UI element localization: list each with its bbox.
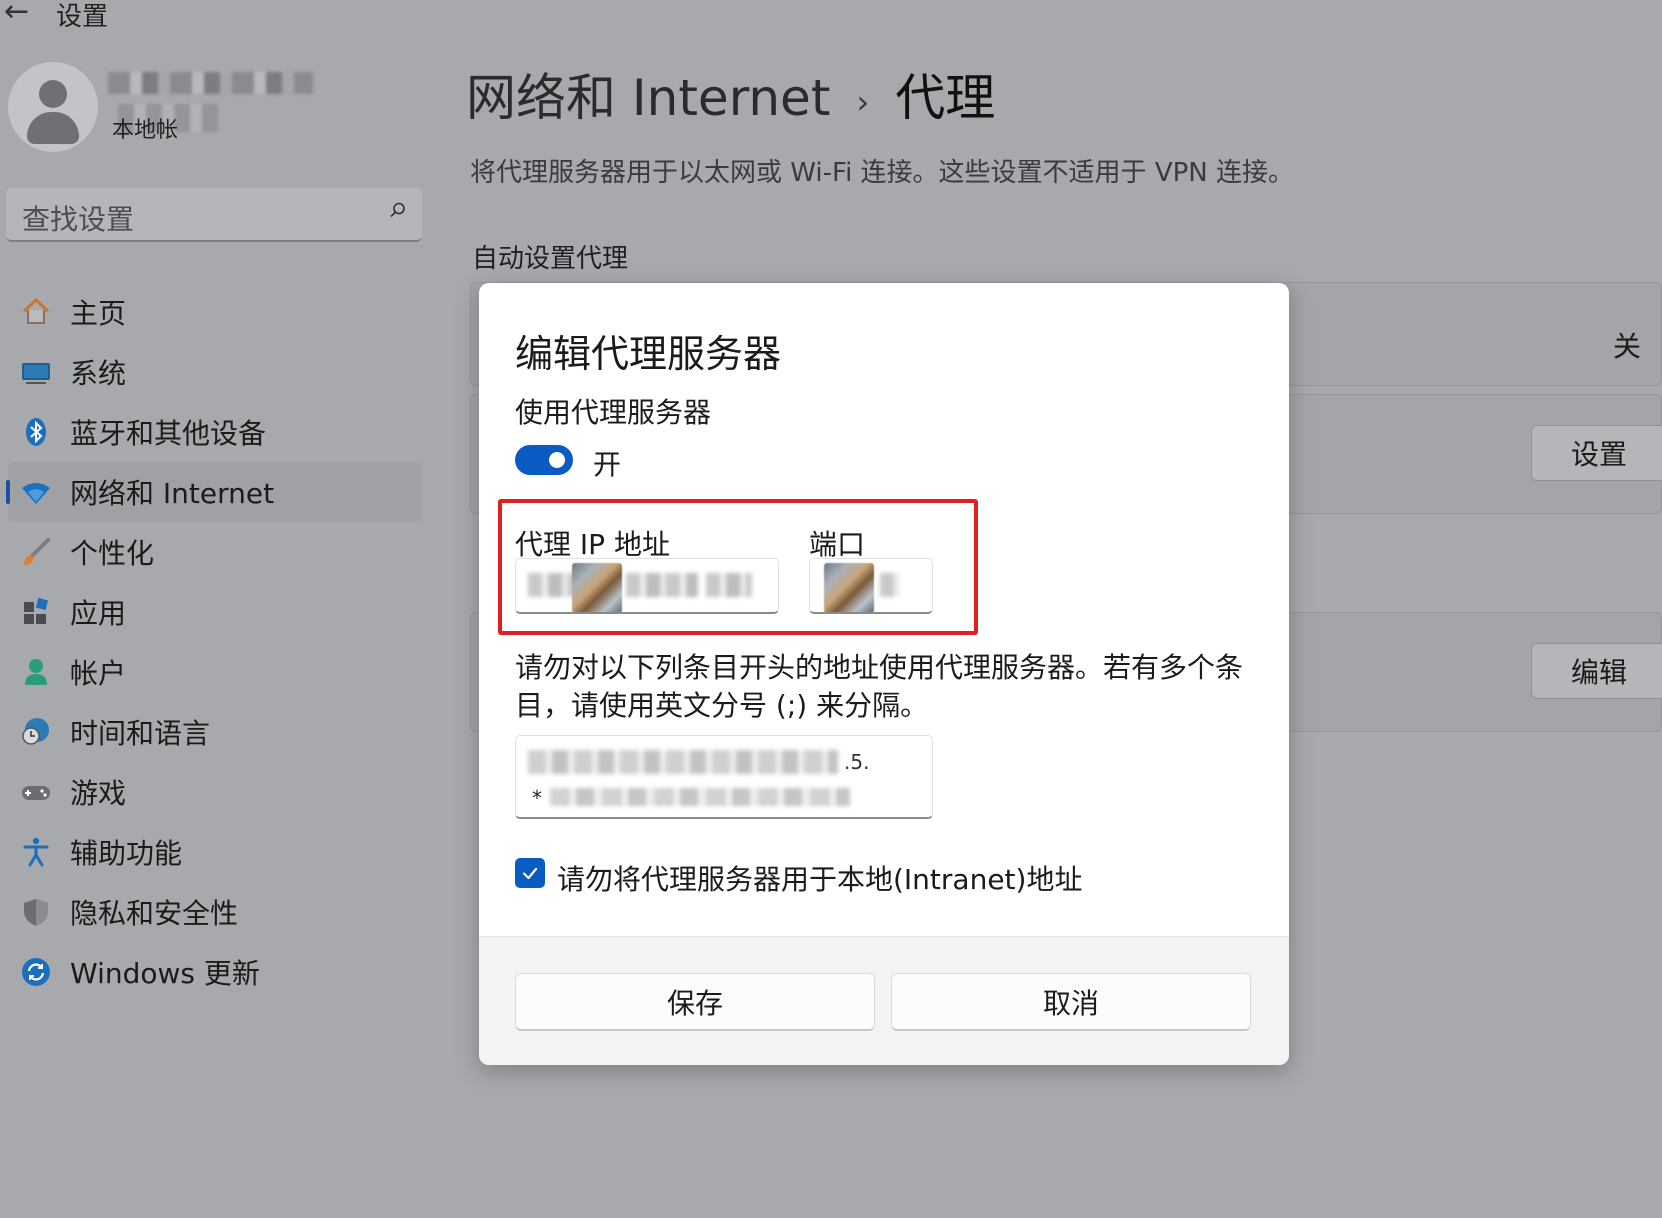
- page-title: 代理: [895, 69, 996, 127]
- sidebar-item-personalization[interactable]: 个性化: [0, 522, 430, 582]
- app-title: 设置: [56, 2, 109, 32]
- checkmark-icon: [522, 867, 538, 880]
- save-button[interactable]: 保存: [515, 973, 875, 1031]
- search-placeholder: 查找设置: [22, 203, 135, 236]
- sidebar-item-label: 个性化: [70, 537, 155, 570]
- apps-icon: [20, 596, 52, 628]
- redacted-text: [706, 573, 752, 597]
- account-type: 本地帐: [112, 118, 179, 143]
- search-icon: [390, 202, 405, 218]
- home-icon: [20, 296, 52, 328]
- edit-button[interactable]: 编辑: [1531, 643, 1662, 699]
- exclude-wildcard: *: [532, 786, 542, 810]
- sidebar-item-label: 帐户: [70, 657, 127, 690]
- proxy-ip-label: 代理 IP 地址: [515, 528, 670, 561]
- sidebar-item-label: Windows 更新: [70, 957, 260, 990]
- redacted-text: [528, 750, 838, 774]
- sidebar-item-label: 隐私和安全性: [70, 897, 239, 930]
- sidebar-item-time-language[interactable]: 时间和语言: [0, 702, 430, 762]
- redacted-text: [626, 573, 698, 597]
- setup-button[interactable]: 设置: [1531, 425, 1662, 481]
- shield-icon: [20, 896, 52, 928]
- use-proxy-toggle[interactable]: [515, 445, 573, 475]
- back-arrow-icon[interactable]: ←: [4, 0, 29, 29]
- sidebar-item-network[interactable]: 网络和 Internet: [6, 462, 422, 522]
- sidebar-item-home[interactable]: 主页: [0, 282, 430, 342]
- sidebar-item-gaming[interactable]: 游戏: [0, 762, 430, 822]
- breadcrumb-parent[interactable]: 网络和 Internet: [466, 69, 830, 127]
- sidebar-item-accounts[interactable]: 帐户: [0, 642, 430, 702]
- dialog-footer: 保存 取消: [479, 936, 1289, 1065]
- toggle-state-label: 开: [593, 448, 622, 481]
- cancel-button[interactable]: 取消: [891, 973, 1251, 1031]
- redacted-text: [880, 573, 900, 597]
- proxy-ip-input[interactable]: [515, 558, 779, 614]
- title-bar: ← 设置: [0, 0, 1662, 40]
- exclude-list-input[interactable]: .5. *: [515, 735, 933, 819]
- sidebar-item-label: 游戏: [70, 777, 127, 810]
- port-input[interactable]: [809, 558, 933, 614]
- sidebar-item-accessibility[interactable]: 辅助功能: [0, 822, 430, 882]
- edit-proxy-dialog: 编辑代理服务器 使用代理服务器 开 代理 IP 地址 端口 请勿对以下列条目开头…: [479, 283, 1289, 1065]
- wifi-icon: [20, 476, 52, 508]
- chevron-right-icon: ›: [856, 82, 870, 121]
- port-label: 端口: [809, 528, 866, 561]
- brush-icon: [20, 536, 52, 568]
- sidebar-item-windows-update[interactable]: Windows 更新: [0, 942, 430, 1002]
- search-input[interactable]: 查找设置: [6, 188, 422, 242]
- user-name-redacted: [108, 72, 313, 94]
- accessibility-icon: [20, 836, 52, 868]
- exclude-description: 请勿对以下列条目开头的地址使用代理服务器。若有多个条目，请使用英文分号 (;) …: [515, 651, 1244, 722]
- sidebar-item-label: 主页: [70, 297, 127, 330]
- sidebar-item-system[interactable]: 系统: [0, 342, 430, 402]
- bypass-local-checkbox[interactable]: [515, 858, 545, 888]
- sidebar-item-bluetooth[interactable]: 蓝牙和其他设备: [0, 402, 430, 462]
- sidebar-nav: 主页 系统 蓝牙和其他设备 网络和 Internet 个性化 应用 帐户 时间和…: [0, 282, 430, 1002]
- auto-detect-state: 关: [1612, 330, 1641, 363]
- sidebar-item-apps[interactable]: 应用: [0, 582, 430, 642]
- bluetooth-icon: [20, 416, 52, 448]
- sidebar-item-label: 辅助功能: [70, 837, 183, 870]
- sidebar-item-label: 应用: [70, 597, 127, 630]
- person-icon: [20, 656, 52, 688]
- sidebar-item-label: 系统: [70, 357, 127, 390]
- avatar[interactable]: [8, 62, 98, 152]
- sidebar-item-privacy[interactable]: 隐私和安全性: [0, 882, 430, 942]
- redaction-photo: [572, 563, 622, 612]
- sidebar-item-label: 时间和语言: [70, 717, 211, 750]
- redacted-text: [550, 788, 850, 806]
- breadcrumb: 网络和 Internet › 代理: [466, 58, 995, 130]
- exclude-visible-fragment: .5.: [844, 750, 870, 774]
- sidebar-item-label: 蓝牙和其他设备: [70, 417, 267, 450]
- dialog-title: 编辑代理服务器: [515, 332, 782, 376]
- sync-icon: [20, 956, 52, 988]
- sidebar-item-label: 网络和 Internet: [70, 477, 275, 510]
- redaction-photo: [824, 563, 874, 612]
- monitor-icon: [20, 356, 52, 388]
- gamepad-icon: [20, 776, 52, 808]
- section-heading-auto-proxy: 自动设置代理: [472, 244, 629, 274]
- page-description: 将代理服务器用于以太网或 Wi-Fi 连接。这些设置不适用于 VPN 连接。: [470, 158, 1295, 188]
- bypass-local-label[interactable]: 请勿将代理服务器用于本地(Intranet)地址: [557, 858, 1082, 898]
- globe-clock-icon: [20, 716, 52, 748]
- use-proxy-label: 使用代理服务器: [515, 396, 712, 429]
